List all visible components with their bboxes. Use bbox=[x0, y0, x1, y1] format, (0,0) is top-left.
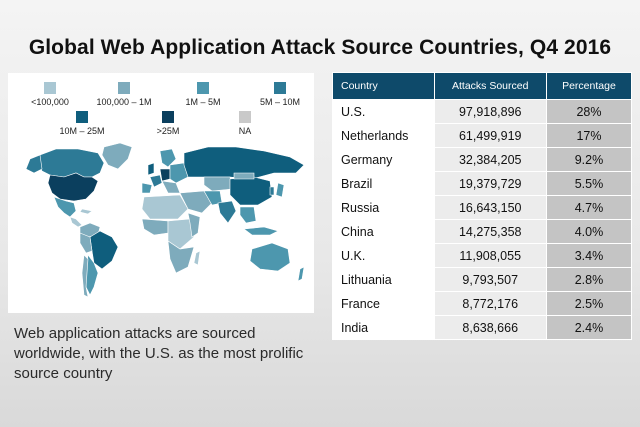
percentage-cell: 5.5% bbox=[545, 171, 633, 196]
map-uk bbox=[147, 162, 155, 176]
percentage-cell: 4.7% bbox=[545, 195, 633, 220]
country-cell: France bbox=[332, 291, 435, 316]
map-india bbox=[217, 200, 237, 224]
attacks-cell: 11,908,055 bbox=[433, 243, 547, 268]
table-row: Germany 32,384,205 9.2% bbox=[332, 147, 633, 172]
attacks-cell: 61,499,919 bbox=[433, 123, 547, 148]
column-header-attacks: Attacks Sourced bbox=[433, 72, 547, 100]
map-iberia bbox=[141, 182, 153, 194]
percentage-cell: 2.5% bbox=[545, 291, 633, 316]
country-cell: U.S. bbox=[332, 99, 435, 124]
country-cell: Germany bbox=[332, 147, 435, 172]
percentage-cell: 9.2% bbox=[545, 147, 633, 172]
attacks-cell: 32,384,205 bbox=[433, 147, 547, 172]
percentage-cell: 4.0% bbox=[545, 219, 633, 244]
map-central-america bbox=[69, 216, 83, 228]
table-row: Lithuania 9,793,507 2.8% bbox=[332, 267, 633, 292]
map-west-africa bbox=[141, 218, 169, 236]
table-row: Netherlands 61,499,919 17% bbox=[332, 123, 633, 148]
chart-title: Global Web Application Attack Source Cou… bbox=[28, 36, 612, 59]
attacks-cell: 19,379,729 bbox=[433, 171, 547, 196]
world-map bbox=[25, 142, 305, 298]
percentage-cell: 3.4% bbox=[545, 243, 633, 268]
map-new-zealand bbox=[297, 266, 305, 282]
map-korea bbox=[269, 186, 275, 196]
table-header-row: Country Attacks Sourced Percentage bbox=[332, 72, 633, 100]
map-kazakhstan bbox=[203, 176, 233, 192]
percentage-cell: 2.8% bbox=[545, 267, 633, 292]
map-caribbean bbox=[79, 208, 93, 215]
country-cell: U.K. bbox=[332, 243, 435, 268]
table-row: Brazil 19,379,729 5.5% bbox=[332, 171, 633, 196]
country-cell: Russia bbox=[332, 195, 435, 220]
map-greenland bbox=[101, 142, 133, 170]
percentage-cell: 2.4% bbox=[545, 315, 633, 340]
map-north-africa bbox=[141, 194, 189, 220]
attacks-cell: 97,918,896 bbox=[433, 99, 547, 124]
table-row: China 14,275,358 4.0% bbox=[332, 219, 633, 244]
map-alaska bbox=[25, 154, 43, 174]
percentage-cell: 17% bbox=[545, 123, 633, 148]
map-southeast-asia bbox=[239, 206, 257, 224]
table-row: France 8,772,176 2.5% bbox=[332, 291, 633, 316]
world-map-panel: <100,000 100,000 – 1M 1M – 5M 5M – 10M 1… bbox=[8, 73, 314, 313]
table-row: Russia 16,643,150 4.7% bbox=[332, 195, 633, 220]
percentage-cell: 28% bbox=[545, 99, 633, 124]
attacks-cell: 8,638,666 bbox=[433, 315, 547, 340]
map-australia bbox=[249, 242, 291, 272]
map-canada bbox=[37, 148, 105, 178]
column-header-country: Country bbox=[332, 72, 435, 100]
country-cell: India bbox=[332, 315, 435, 340]
attacks-cell: 8,772,176 bbox=[433, 291, 547, 316]
map-madagascar bbox=[193, 250, 201, 266]
table-row: India 8,638,666 2.4% bbox=[332, 315, 633, 340]
country-cell: Netherlands bbox=[332, 123, 435, 148]
map-italy-balkans bbox=[161, 180, 181, 194]
map-japan bbox=[275, 182, 285, 198]
map-indonesia bbox=[243, 226, 279, 236]
country-cell: Brazil bbox=[332, 171, 435, 196]
map-china bbox=[229, 176, 273, 206]
attacks-cell: 9,793,507 bbox=[433, 267, 547, 292]
table-row: U.S. 97,918,896 28% bbox=[332, 99, 633, 124]
attacks-cell: 16,643,150 bbox=[433, 195, 547, 220]
attack-sources-table: Country Attacks Sourced Percentage U.S. … bbox=[332, 72, 633, 340]
country-cell: China bbox=[332, 219, 435, 244]
column-header-percentage: Percentage bbox=[545, 72, 633, 100]
map-usa bbox=[47, 172, 99, 202]
attacks-cell: 14,275,358 bbox=[433, 219, 547, 244]
country-cell: Lithuania bbox=[332, 267, 435, 292]
map-germany-netherlands bbox=[159, 168, 171, 182]
map-mongolia bbox=[233, 172, 255, 180]
table-row: U.K. 11,908,055 3.4% bbox=[332, 243, 633, 268]
description-text: Web application attacks are sourced worl… bbox=[14, 325, 304, 382]
